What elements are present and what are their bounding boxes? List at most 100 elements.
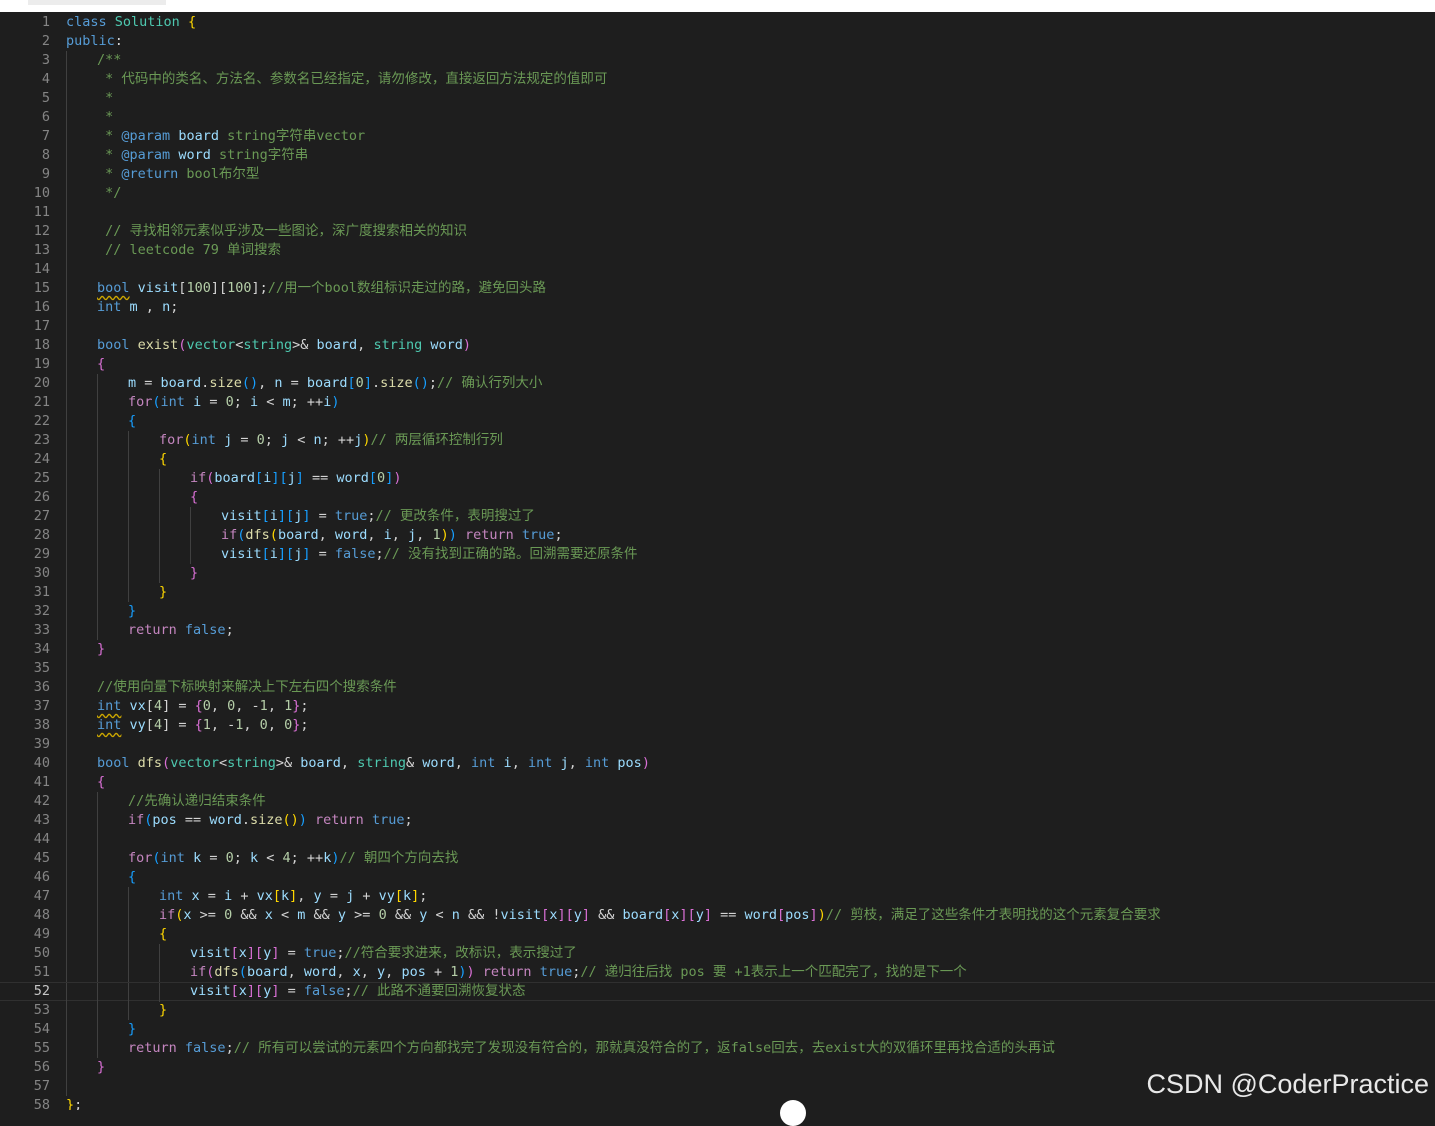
indent-guide xyxy=(66,545,67,564)
code-token: word xyxy=(303,964,337,980)
code-text: /** xyxy=(97,51,121,70)
code-token: { xyxy=(128,413,137,429)
code-token: , xyxy=(360,964,378,980)
line-number: 1 xyxy=(41,14,50,30)
code-line[interactable]: 49 { xyxy=(0,925,1435,944)
code-line[interactable]: 35 xyxy=(0,659,1435,678)
code-line[interactable]: 12 // 寻找相邻元素似乎涉及一些图论，深广度搜索相关的知识 xyxy=(0,222,1435,241)
code-text: } xyxy=(128,1020,136,1039)
code-line[interactable]: 11 xyxy=(0,203,1435,222)
code-token: board xyxy=(277,527,319,543)
code-line[interactable]: 9 * @return bool布尔型 xyxy=(0,165,1435,184)
code-token: ; xyxy=(300,698,309,714)
code-token: ; xyxy=(554,527,563,543)
code-token: [ xyxy=(145,698,154,714)
code-line[interactable]: 39 xyxy=(0,735,1435,754)
indent-guide xyxy=(66,963,67,982)
code-line[interactable]: 20 m = board.size(), n = board[0].size();… xyxy=(0,374,1435,393)
code-line[interactable]: 18 bool exist(vector<string>& board, stri… xyxy=(0,336,1435,355)
code-token: if xyxy=(221,527,238,543)
code-token: j xyxy=(281,432,290,448)
code-token: ( xyxy=(269,527,278,543)
code-token: j xyxy=(560,755,569,771)
code-line[interactable]: 22 { xyxy=(0,412,1435,431)
code-editor[interactable]: 1 class Solution {2 public: 3/** 4 * 代码中的类名、… xyxy=(0,12,1435,1110)
line-number: 53 xyxy=(33,1002,50,1018)
code-token: int xyxy=(160,394,185,410)
code-token: 0 xyxy=(224,907,233,923)
code-line[interactable]: 27 visit[i][j] = true;// 更改条件，表明搜过了 xyxy=(0,507,1435,526)
code-line[interactable]: 50 visit[x][y] = true;//符合要求进来，改标识，表示搜过了 xyxy=(0,944,1435,963)
code-token: dfs xyxy=(245,527,270,543)
code-token: >= xyxy=(346,907,379,923)
code-line[interactable]: 4 * 代码中的类名、方法名、参数名已经指定，请勿修改，直接返回方法规定的值即可 xyxy=(0,70,1435,89)
code-line[interactable]: 55 return false;// 所有可以尝试的元素四个方向都找完了发现没有符… xyxy=(0,1039,1435,1058)
code-line[interactable]: 43 if(pos == word.size()) return true; xyxy=(0,811,1435,830)
indent-guide xyxy=(97,412,98,431)
code-token: ][ xyxy=(557,907,574,923)
indent-guide xyxy=(97,374,98,393)
code-token: string xyxy=(243,337,293,353)
code-line[interactable]: 1 class Solution { xyxy=(0,13,1435,32)
code-line[interactable]: 51 if(dfs(board, word, x, y, pos + 1)) re… xyxy=(0,963,1435,982)
code-line[interactable]: 42 //先确认递归结束条件 xyxy=(0,792,1435,811)
code-line[interactable]: 17 xyxy=(0,317,1435,336)
code-line[interactable]: 2 public: xyxy=(0,32,1435,51)
code-token: 1 xyxy=(202,717,211,733)
code-line[interactable]: 32} xyxy=(0,602,1435,621)
code-token: < xyxy=(272,907,298,923)
code-line[interactable]: 54} xyxy=(0,1020,1435,1039)
code-line[interactable]: 13 // leetcode 79 单词搜索 xyxy=(0,241,1435,260)
code-line[interactable]: 48 if(x >= 0 && x < m && y >= 0 && y < n … xyxy=(0,906,1435,925)
code-token: ( xyxy=(183,432,192,448)
line-number: 2 xyxy=(41,33,50,49)
code-line[interactable]: 6 * xyxy=(0,108,1435,127)
code-token: >& xyxy=(275,755,301,771)
code-token: x xyxy=(238,983,247,999)
code-line[interactable]: 8 * @param word string字符串 xyxy=(0,146,1435,165)
code-line[interactable]: 26 { xyxy=(0,488,1435,507)
indent-guide xyxy=(97,393,98,412)
line-number: 10 xyxy=(33,185,50,201)
code-line[interactable]: 40 bool dfs(vector<string>& board, string… xyxy=(0,754,1435,773)
code-text: { xyxy=(190,488,198,507)
code-line[interactable]: 28 if(dfs(board, word, i, j, 1)) return t… xyxy=(0,526,1435,545)
code-line[interactable]: 21 for(int i = 0; i < m; ++i) xyxy=(0,393,1435,412)
code-line[interactable]: 29 visit[i][j] = false;// 没有找到正确的路。回溯需要还原… xyxy=(0,545,1435,564)
code-line[interactable]: 15 bool visit[100][100];//用一个bool数组标识走过的路… xyxy=(0,279,1435,298)
code-line[interactable]: 38 int vy[4] = {1, -1, 0, 0}; xyxy=(0,716,1435,735)
code-token: [ xyxy=(255,470,264,486)
code-token: . xyxy=(371,375,381,391)
code-token: < xyxy=(258,850,283,866)
code-line[interactable]: 3 /** xyxy=(0,51,1435,70)
code-text: // 寻找相邻元素似乎涉及一些图论，深广度搜索相关的知识 xyxy=(97,222,467,241)
code-line[interactable]: 24 { xyxy=(0,450,1435,469)
code-line[interactable]: 36 //使用向量下标映射来解决上下左右四个搜索条件 xyxy=(0,678,1435,697)
code-line[interactable]: 30} xyxy=(0,564,1435,583)
code-line[interactable]: 33 return false; xyxy=(0,621,1435,640)
top-tab[interactable] xyxy=(28,0,166,5)
code-line[interactable]: 31} xyxy=(0,583,1435,602)
code-line[interactable]: 44 xyxy=(0,830,1435,849)
code-line[interactable]: 23 for(int j = 0; j < n; ++j)// 两层循环控制行列 xyxy=(0,431,1435,450)
code-line[interactable]: 45 for(int k = 0; k < 4; ++k)// 朝四个方向去找 xyxy=(0,849,1435,868)
code-line[interactable]: 46 { xyxy=(0,868,1435,887)
indent-guide xyxy=(97,488,98,507)
code-line[interactable]: 14 xyxy=(0,260,1435,279)
code-line[interactable]: 5 * xyxy=(0,89,1435,108)
code-line[interactable]: 16 int m , n; xyxy=(0,298,1435,317)
code-line[interactable]: 19 { xyxy=(0,355,1435,374)
code-token: */ xyxy=(97,185,122,201)
code-line[interactable]: 41 { xyxy=(0,773,1435,792)
code-line[interactable]: 52 visit[x][y] = false;// 此路不通要回溯恢复状态 xyxy=(0,982,1435,1002)
code-line[interactable]: 7 * @param board string字符串vector xyxy=(0,127,1435,146)
code-token: * xyxy=(97,90,114,106)
code-line[interactable]: 47 int x = i + vx[k], y = j + vy[k]; xyxy=(0,887,1435,906)
code-line[interactable]: 25 if(board[i][j] == word[0]) xyxy=(0,469,1435,488)
code-token: < xyxy=(289,432,314,448)
code-token: { xyxy=(128,869,137,885)
code-line[interactable]: 10 */ xyxy=(0,184,1435,203)
code-line[interactable]: 53} xyxy=(0,1001,1435,1020)
code-line[interactable]: 37 int vx[4] = {0, 0, -1, 1}; xyxy=(0,697,1435,716)
code-line[interactable]: 34} xyxy=(0,640,1435,659)
